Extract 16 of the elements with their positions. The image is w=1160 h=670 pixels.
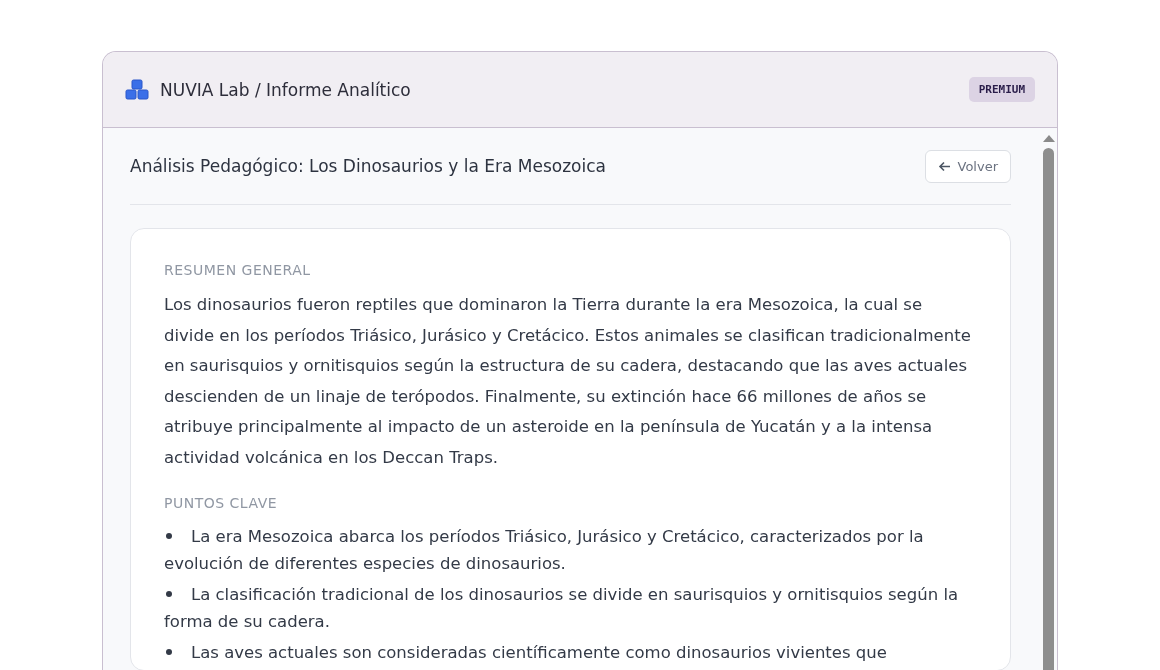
bullet-icon bbox=[166, 533, 172, 539]
back-button[interactable]: Volver bbox=[924, 149, 1011, 183]
premium-badge: PREMIUM bbox=[968, 77, 1035, 102]
scroll-up-icon[interactable] bbox=[1042, 134, 1055, 142]
app-title: NUVIA Lab / Informe Analítico bbox=[160, 79, 412, 100]
section-heading: PUNTOS CLAVE bbox=[164, 495, 279, 511]
arrow-left-icon bbox=[937, 160, 951, 172]
key-point: La era Mesozoica abarca los períodos Triásico, Jurásico y Cretácico, caracterizados por la evolución de diferentes especies de dinosaurios. bbox=[164, 526, 925, 575]
section-heading: RESUMEN GENERAL bbox=[164, 262, 312, 278]
key-point: La clasificación tradicional de los dinosaurios se divide en saurisquios y ornitisquios según la forma de su cadera. bbox=[164, 584, 960, 633]
summary-paragraph: Los dinosaurios fueron reptiles que dominaron la Tierra durante la era Mesozoica, la cual se divide en los períodos Triásico, Jurásico y Cretácico. Estos animales se clasifican tradicionalmente en saurisquios y ornitisquios según la estructura de su cadera, destacando que las aves actuales descienden de un linaje de terópodos. Finalmente, su extinción hace 66 millones de años se atribuye principalmente al impacto de un asteroide en la península de Yucatán y a la intensa actividad volcánica en los Deccan Traps. bbox=[164, 294, 972, 469]
page-title: Análisis Pedagógico: Los Dinosaurios y la Era Mesozoica bbox=[130, 156, 606, 176]
bullet-icon bbox=[166, 649, 172, 655]
key-point: Las aves actuales son consideradas científicamente como dinosaurios vivientes que bbox=[164, 639, 977, 666]
bullet-icon bbox=[166, 591, 172, 597]
cubes-icon bbox=[124, 78, 150, 101]
